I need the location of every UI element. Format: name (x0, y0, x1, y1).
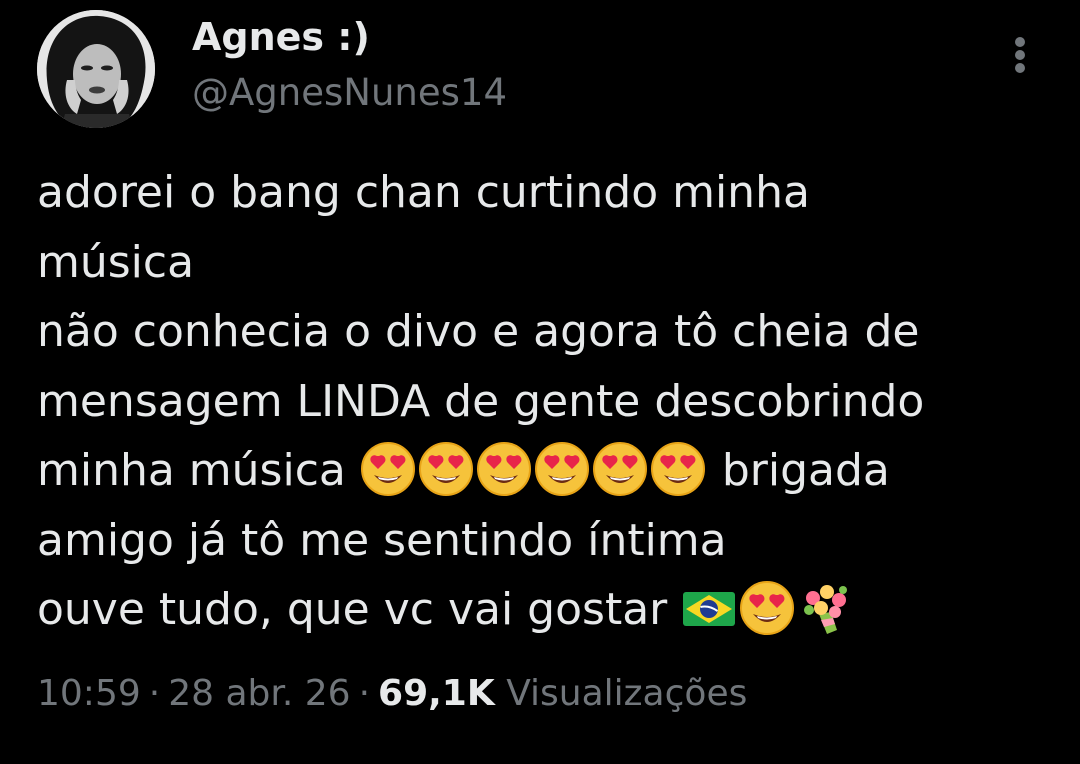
tweet-text-fragment: brigada (721, 445, 890, 496)
tweet-meta: 10:59 · 28 abr. 26 · 69,1K Visualizações (37, 666, 747, 722)
tweet-time[interactable]: 10:59 (37, 673, 141, 714)
tweet-line: mensagem LINDA de gente descobrindo (37, 375, 925, 427)
heart-eyes-emoji-icon (650, 441, 706, 497)
views-count[interactable]: 69,1K (378, 673, 495, 714)
brazil-flag-icon (681, 580, 737, 636)
tweet-line: música (37, 236, 195, 288)
tweet-line: adorei o bang chan curtindo minha (37, 167, 810, 218)
display-name[interactable]: Agnes :) (192, 10, 370, 64)
separator: · (148, 673, 161, 714)
tweet-date[interactable]: 28 abr. 26 (168, 673, 350, 714)
emoji-row (360, 442, 708, 496)
tweet-text-fragment: minha música (37, 445, 346, 496)
vertical-ellipsis-icon (1015, 37, 1025, 73)
separator: · (358, 673, 371, 714)
tweet-line: ouve tudo, que vc vai gostar (37, 575, 1047, 645)
tweet-text-fragment: ouve tudo, que vc vai gostar (37, 584, 668, 635)
heart-eyes-emoji-icon (534, 441, 590, 497)
heart-eyes-emoji-icon (592, 441, 648, 497)
heart-eyes-emoji-icon (476, 441, 532, 497)
bouquet-icon (797, 580, 853, 636)
heart-eyes-emoji-icon (418, 441, 474, 497)
tweet-line: não conhecia o divo e agora tô cheia de (37, 306, 920, 357)
tweet-line: amigo já tô me sentindo íntima (37, 514, 727, 566)
tweet-text: adorei o bang chan curtindo minha música… (37, 158, 1047, 645)
avatar[interactable] (37, 10, 155, 128)
avatar-photo (37, 10, 155, 128)
heart-eyes-emoji-icon (360, 441, 416, 497)
tweet: Agnes :) @AgnesNunes14 adorei o bang cha… (0, 0, 1080, 764)
user-handle[interactable]: @AgnesNunes14 (192, 66, 507, 120)
heart-eyes-emoji-icon (739, 580, 795, 636)
views-label: Visualizações (506, 673, 748, 714)
tweet-line: minha música brigada (37, 436, 1047, 506)
more-options-button[interactable] (1000, 30, 1040, 80)
